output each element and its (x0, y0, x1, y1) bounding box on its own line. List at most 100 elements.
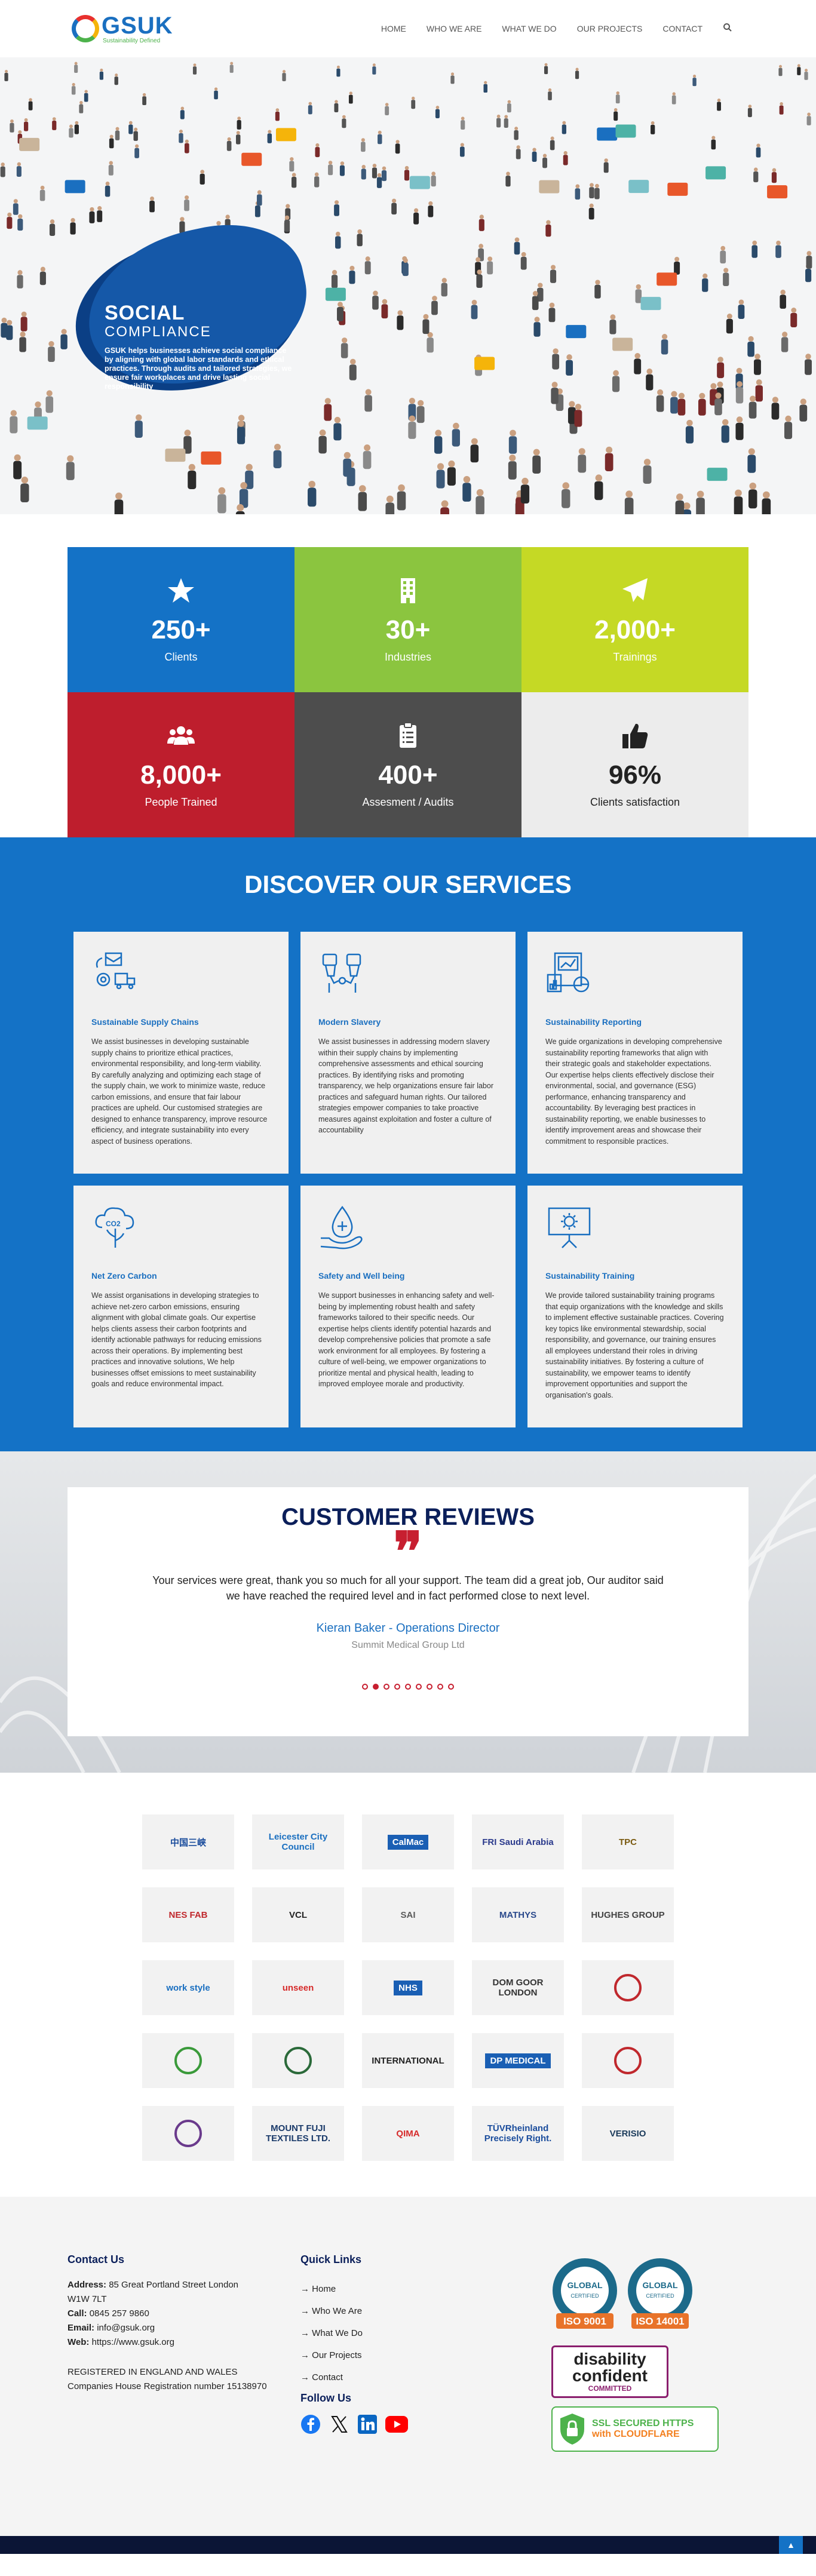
ssl-text: SSL SECURED HTTPS (592, 2418, 694, 2428)
email-link[interactable]: info@gsuk.org (97, 2323, 155, 2333)
facebook-icon[interactable] (300, 2414, 321, 2434)
carousel-dot[interactable] (416, 1684, 422, 1690)
service-title: Safety and Well being (318, 1271, 405, 1281)
quote-icon: ❞ (393, 1520, 423, 1583)
carousel-dots (68, 1684, 748, 1690)
client-logo-text: TÜVRheinland Precisely Right. (484, 2123, 552, 2144)
client-logo-text: VERISIO (609, 2128, 646, 2139)
client-logo: SAI (362, 1887, 454, 1942)
logo-ring-icon (72, 15, 99, 42)
safety-hand-drop-icon (320, 1205, 363, 1249)
service-card-modern-slavery[interactable]: Modern Slavery We assist businesses in a… (300, 932, 516, 1174)
client-logo: MATHYS (472, 1887, 564, 1942)
stat-people-trained: 8,000+ People Trained (68, 692, 295, 837)
search-icon[interactable] (723, 23, 732, 35)
star-icon (168, 578, 194, 603)
footer-contact: Contact Us Address: 85 Great Portland St… (68, 2253, 300, 2452)
client-logo-text: Leicester City Council (268, 1832, 328, 1852)
carousel-dot[interactable] (437, 1684, 443, 1690)
client-logo-text: QIMA (396, 2128, 420, 2139)
nav-our-projects[interactable]: OUR PROJECTS (577, 24, 643, 33)
stat-satisfaction: 96% Clients satisfaction (521, 692, 748, 837)
services-section: DISCOVER OUR SERVICES Sustainable Supply… (0, 837, 816, 1451)
quick-link-our-projects[interactable]: → Our Projects (300, 2344, 533, 2366)
stat-value: 250+ (151, 615, 211, 644)
client-logo: work style (142, 1960, 234, 2015)
services-heading: DISCOVER OUR SERVICES (244, 870, 572, 898)
back-to-top-button[interactable]: ▲ (779, 2536, 803, 2554)
quick-link-contact[interactable]: → Contact (300, 2366, 533, 2388)
youtube-icon[interactable] (385, 2416, 408, 2433)
net-zero-cloud-icon: CO2 (95, 1207, 134, 1248)
address-label: Address: (68, 2280, 107, 2290)
stats-section: 250+ Clients 30+ Industries 2,000+ Train… (0, 514, 816, 837)
social-links (300, 2414, 533, 2434)
quick-link-label[interactable]: What We Do (312, 2328, 363, 2338)
nav-what-we-do[interactable]: WHAT WE DO (502, 24, 556, 33)
site-logo[interactable]: GSUK Sustainability Defined (72, 14, 173, 44)
address-line2: W1W 7LT (68, 2294, 107, 2304)
quick-link-label[interactable]: Contact (312, 2372, 343, 2382)
client-logo: NHS (362, 1960, 454, 2015)
nav-who-we-are[interactable]: WHO WE ARE (427, 24, 482, 33)
client-logo-text: NES FAB (168, 1909, 208, 1920)
footer-contact-heading: Contact Us (68, 2253, 125, 2265)
linkedin-icon[interactable] (358, 2415, 377, 2434)
iso-14001-text: ISO 14001 (636, 2316, 684, 2327)
quick-link-label[interactable]: Home (312, 2284, 336, 2294)
client-logo: QIMA (362, 2106, 454, 2161)
carousel-dot[interactable] (405, 1684, 411, 1690)
stat-value: 30+ (385, 615, 431, 644)
carousel-dot[interactable] (384, 1684, 389, 1690)
logo-name: GSUK (102, 12, 173, 39)
hero-subtitle: COMPLIANCE (105, 324, 211, 340)
carousel-dot[interactable] (394, 1684, 400, 1690)
carousel-dot[interactable] (448, 1684, 454, 1690)
client-logo: Leicester City Council (252, 1814, 344, 1869)
carousel-dot-active[interactable] (373, 1684, 379, 1690)
committed-text: COMMITTED (588, 2384, 632, 2393)
client-logo-text: INTERNATIONAL (372, 2055, 444, 2066)
stat-label: Clients satisfaction (590, 796, 680, 808)
clipboard-icon (400, 722, 416, 748)
client-logo: VCL (252, 1887, 344, 1942)
service-card-net-zero-carbon[interactable]: CO2 Net Zero Carbon We assist organisati… (73, 1186, 289, 1427)
phone-link[interactable]: 0845 257 9860 (90, 2308, 149, 2319)
quick-link-label[interactable]: Our Projects (312, 2350, 361, 2360)
carousel-dot[interactable] (362, 1684, 368, 1690)
client-logo: MOUNT FUJI TEXTILES LTD. (252, 2106, 344, 2161)
service-card-sustainability-training[interactable]: Sustainability Training We provide tailo… (527, 1186, 743, 1427)
cloudflare-text: with CLOUDFLARE (592, 2429, 680, 2439)
client-logo-text: MATHYS (499, 1909, 537, 1920)
service-card-supply-chains[interactable]: Sustainable Supply Chains We assist busi… (73, 932, 289, 1174)
service-card-safety-wellbeing[interactable]: Safety and Well being We support busines… (300, 1186, 516, 1427)
quick-link-home[interactable]: → Home (300, 2278, 533, 2300)
client-logo: CalMac (362, 1814, 454, 1869)
service-card-sustainability-reporting[interactable]: Sustainability Reporting We guide organi… (527, 932, 743, 1174)
quick-link-what-we-do[interactable]: → What We Do (300, 2322, 533, 2344)
stat-label: Trainings (613, 651, 657, 663)
reviewer-name: Kieran Baker - Operations Director (316, 1622, 500, 1635)
client-logo: TÜVRheinland Precisely Right. (472, 2106, 564, 2161)
x-twitter-icon[interactable] (329, 2414, 349, 2434)
quick-link-who-we-are[interactable]: → Who We Are (300, 2300, 533, 2322)
nav-home[interactable]: HOME (381, 24, 406, 33)
service-text: We guide organizations in developing com… (545, 1037, 722, 1146)
users-icon (167, 726, 195, 745)
hero-description: GSUK helps businesses achieve social com… (105, 346, 292, 391)
website-link[interactable]: https://www.gsuk.org (92, 2337, 174, 2347)
client-logo-emblem-icon (614, 2047, 642, 2074)
stat-label: Assesment / Audits (362, 796, 454, 808)
client-logo-text: CalMac (387, 1834, 429, 1850)
stat-value: 400+ (378, 760, 438, 790)
stat-trainings: 2,000+ Trainings (521, 547, 748, 692)
stat-value: 96% (608, 760, 662, 790)
presentation-board-icon (548, 1207, 591, 1248)
address-line1: 85 Great Portland Street London (109, 2280, 239, 2290)
review-card: CUSTOMER REVIEWS ❞ Your services were gr… (68, 1487, 748, 1736)
client-logo: VERISIO (582, 2106, 674, 2161)
carousel-dot[interactable] (427, 1684, 432, 1690)
nav-contact[interactable]: CONTACT (662, 24, 703, 33)
quick-link-label[interactable]: Who We Are (312, 2306, 362, 2316)
review-text: Your services were great, thank you so m… (152, 1574, 664, 1602)
